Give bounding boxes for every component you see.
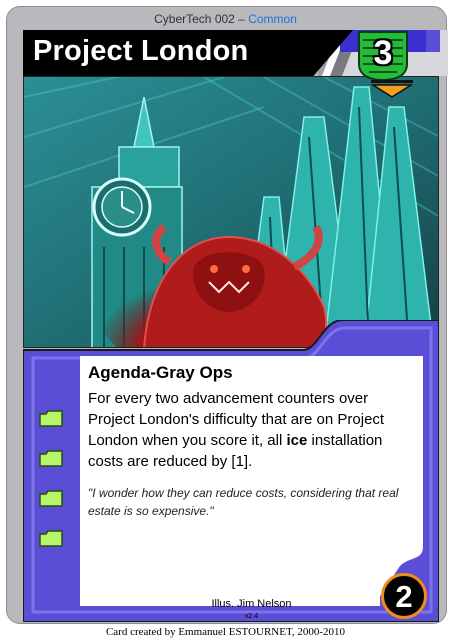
illustrator-credit: Illus. Jim Nelson [211,598,292,610]
set-name: CyberTech 002 – [154,12,249,26]
rarity-label: Common [248,12,297,26]
advancement-counter-icon [39,450,63,467]
advancement-counter-icon [39,530,63,547]
rules-keyword-ice: ice [286,432,308,449]
type-line: Agenda-Gray Ops [88,363,233,382]
card-title: Project London [33,35,249,67]
advancement-counter-icon [39,410,63,427]
card-art [23,76,439,348]
rules-text: For every two advancement counters over … [88,388,414,472]
advancement-cost: 2 [395,578,413,614]
chevron-down-icon [371,80,413,98]
creator-credit: Card created by Emmanuel ESTOURNET, 2000… [105,626,346,638]
flavor-text: "I wonder how they can reduce costs, con… [88,486,399,518]
advancement-counter-icon [39,490,63,507]
set-line: CyberTech 002 – Common [0,12,451,26]
clocktower-monster-art [24,77,438,347]
version-label: v2.4 [244,613,259,620]
advancement-cost-badge: 2 [381,573,427,619]
agenda-points: 3 [373,34,393,72]
